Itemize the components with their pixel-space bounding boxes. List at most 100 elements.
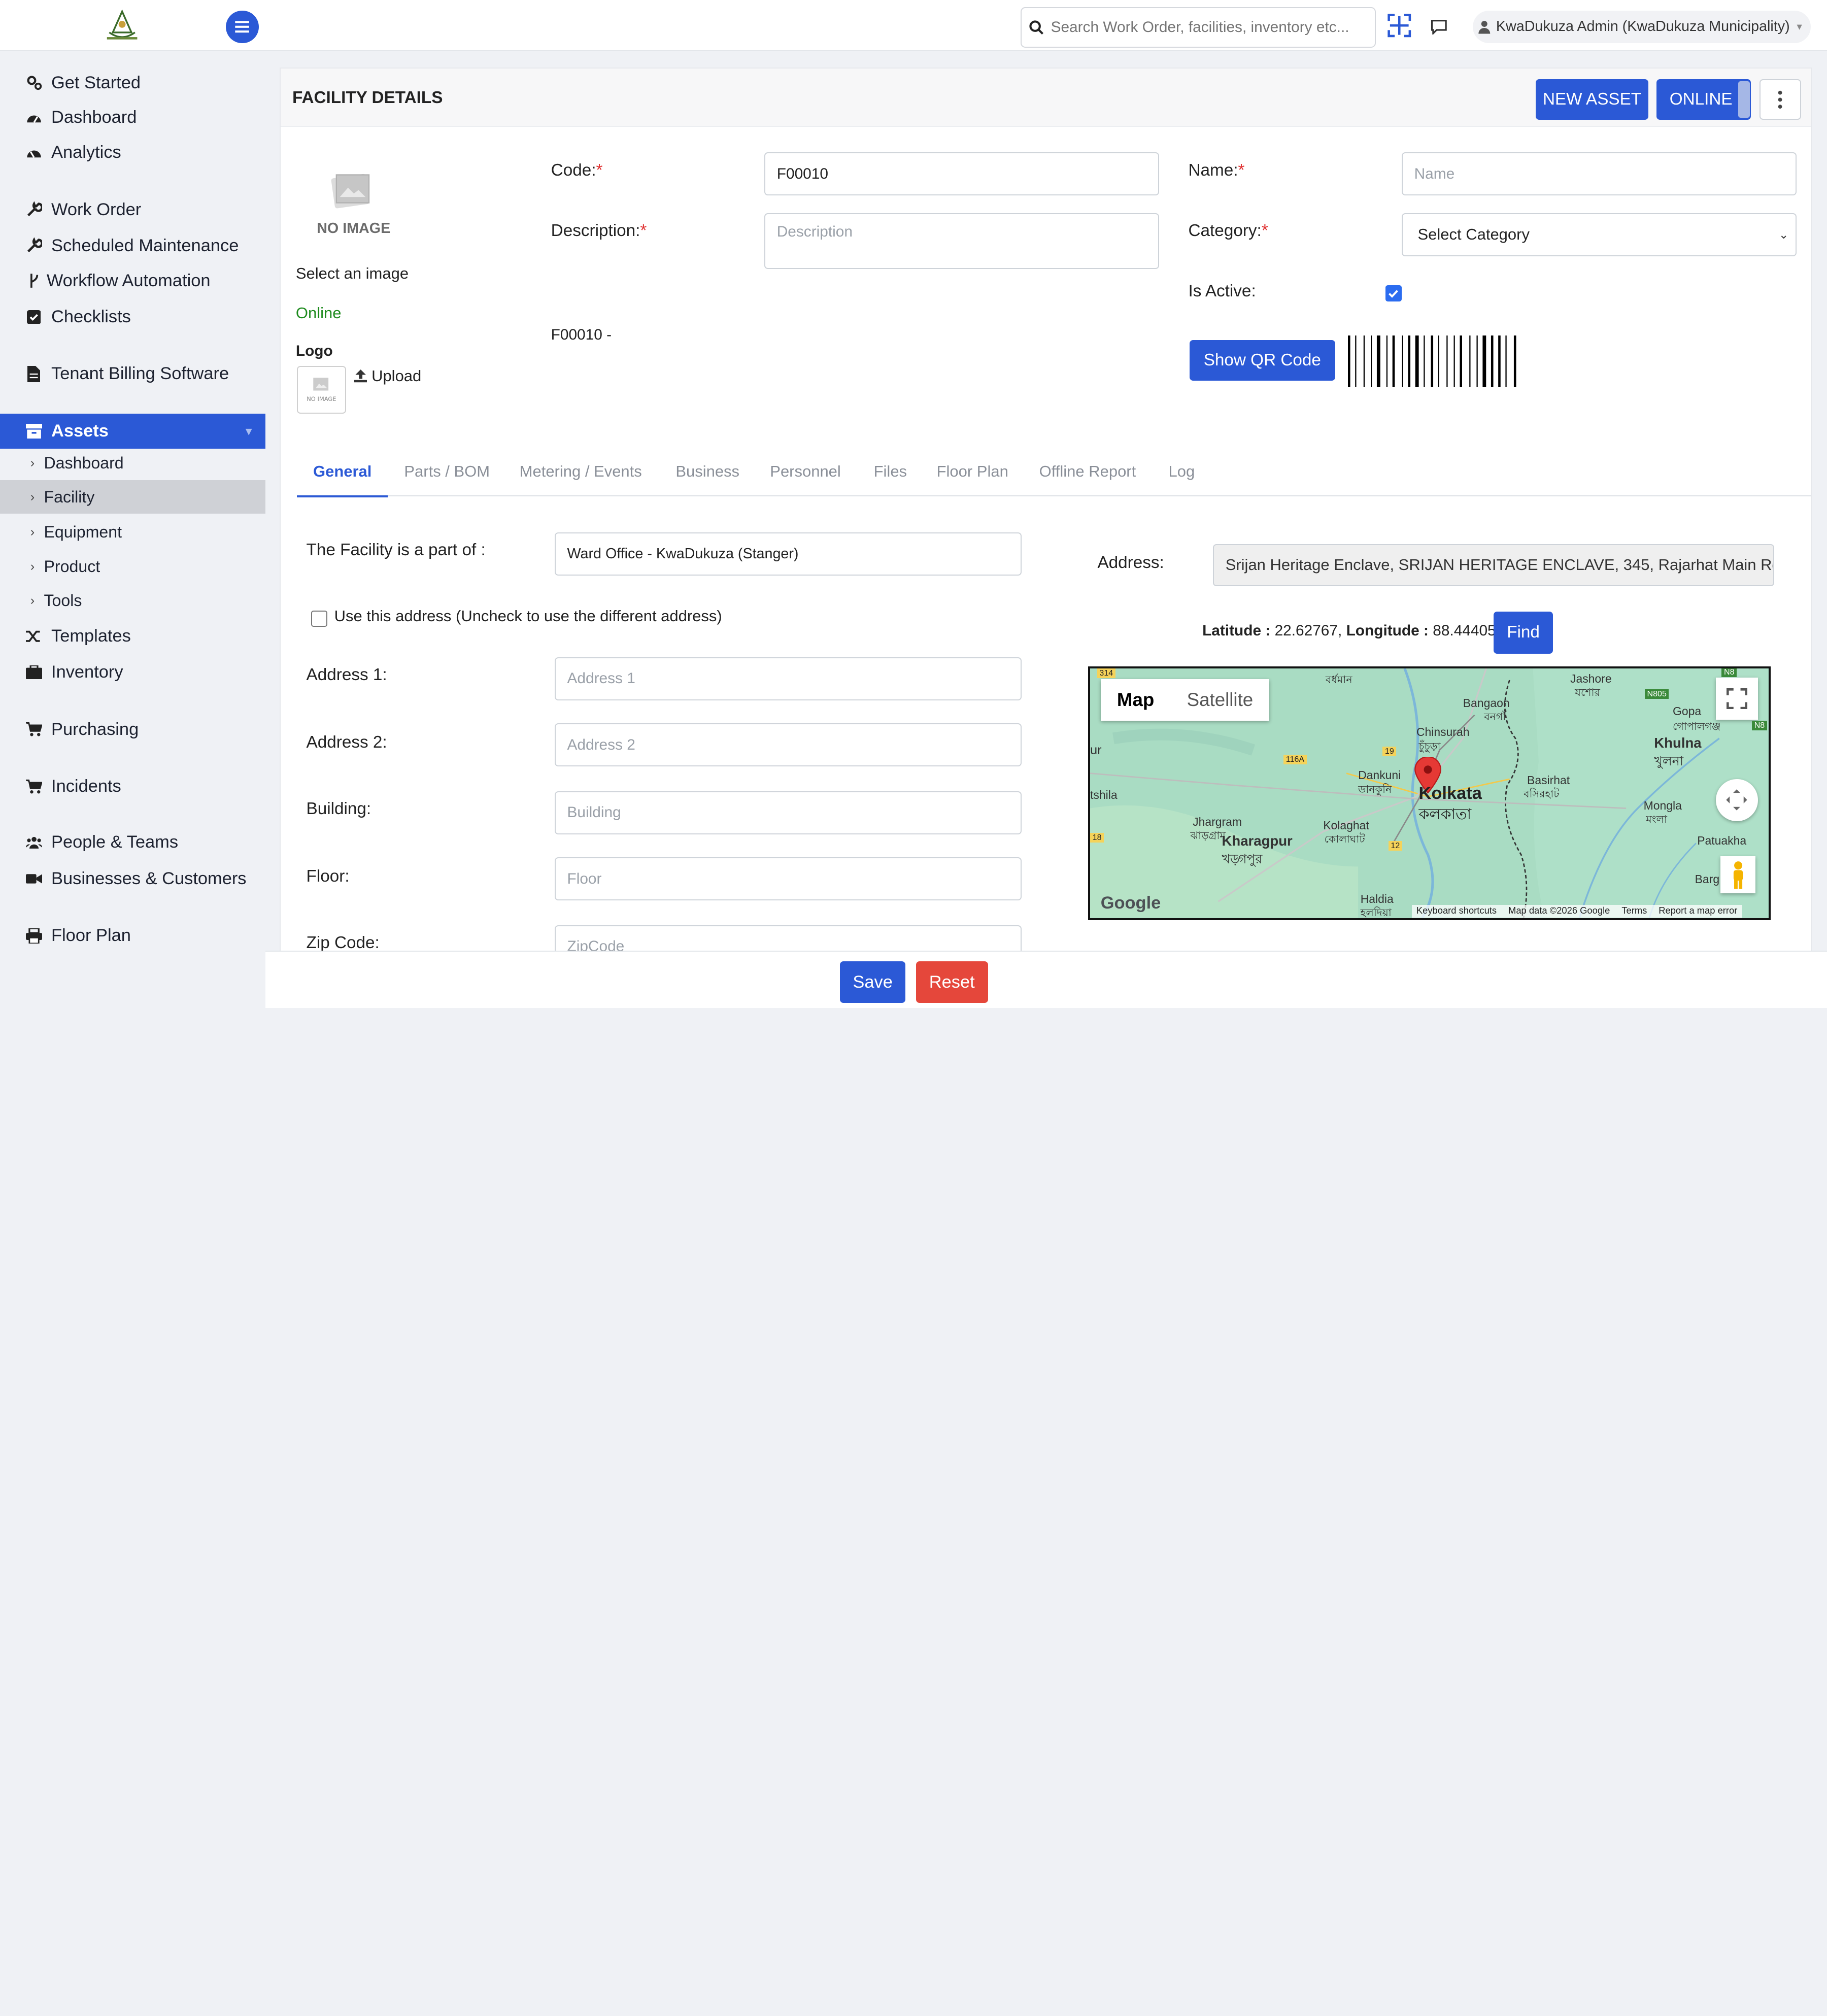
user-menu[interactable]: KwaDukuza Admin (KwaDukuza Municipality)…: [1473, 10, 1811, 43]
category-select[interactable]: Select Category ⌄: [1401, 213, 1797, 256]
select-image-link[interactable]: Select an image: [296, 264, 409, 283]
tab-business[interactable]: Business: [675, 462, 739, 497]
address1-input[interactable]: Address 1: [554, 657, 1022, 700]
tab-general[interactable]: General: [297, 462, 388, 498]
sidebar-item-get-started[interactable]: Get Started: [0, 66, 265, 99]
barcode-bar: [1453, 335, 1455, 387]
address-label: Address:: [1097, 553, 1164, 573]
map-label-haldia: Haldia: [1360, 892, 1394, 905]
logo-thumbnail[interactable]: NO IMAGE: [297, 365, 346, 414]
map-label-bangaon-bn: বনগাঁ: [1484, 711, 1506, 723]
code-label-text: Code:: [551, 160, 596, 180]
is-active-label: Is Active:: [1188, 282, 1256, 301]
scan-icon[interactable]: [1386, 13, 1412, 43]
new-asset-button[interactable]: NEW ASSET: [1535, 79, 1649, 120]
sidebar-item-tenant-billing[interactable]: Tenant Billing Software: [0, 358, 265, 390]
sidebar-item-templates[interactable]: Templates: [0, 620, 265, 652]
sidebar-item-work-order[interactable]: Work Order: [0, 193, 265, 226]
map-label-ur: ur: [1090, 743, 1102, 757]
user-name: KwaDukuza Admin (KwaDukuza Municipality): [1496, 18, 1790, 35]
pan-arrows-icon: [1726, 789, 1747, 811]
floor-input[interactable]: Floor: [554, 857, 1022, 901]
terms-link[interactable]: Terms: [1621, 905, 1647, 918]
chat-icon[interactable]: [1430, 17, 1448, 39]
online-toggle[interactable]: ONLINE: [1656, 79, 1751, 120]
sidebar-item-inventory[interactable]: Inventory: [0, 656, 265, 689]
barcode-bar: [1415, 335, 1419, 387]
chevron-right-icon: ›: [30, 593, 35, 608]
address2-input[interactable]: Address 2: [554, 723, 1022, 767]
show-qr-code-button[interactable]: Show QR Code: [1189, 340, 1335, 381]
barcode-bar: [1482, 335, 1486, 387]
sidebar-item-workflow-automation[interactable]: Workflow Automation: [0, 264, 265, 297]
sidebar-sub-product[interactable]: › Product: [0, 550, 265, 584]
street-view-pegman[interactable]: [1720, 856, 1756, 894]
map-label-jhargram: Jhargram: [1193, 815, 1242, 829]
image-placeholder-icon[interactable]: [329, 169, 374, 211]
name-input[interactable]: Name: [1401, 152, 1797, 196]
sidebar-sub-dashboard[interactable]: › Dashboard: [0, 446, 265, 480]
location-map[interactable]: Map Satellite Kolkata কলকাতা Khulna খুলন…: [1088, 666, 1771, 921]
sidebar-item-incidents[interactable]: Incidents: [0, 770, 265, 803]
map-tab[interactable]: Map: [1101, 679, 1171, 721]
satellite-tab[interactable]: Satellite: [1170, 679, 1269, 721]
tab-parts-bom[interactable]: Parts / BOM: [404, 462, 490, 497]
map-label-kolkata-bn: কলকাতা: [1418, 805, 1472, 823]
description-input[interactable]: Description: [764, 213, 1160, 270]
sidebar-item-dashboard[interactable]: Dashboard: [0, 102, 265, 134]
sidebar-sub-equipment[interactable]: › Equipment: [0, 515, 265, 549]
more-options-button[interactable]: [1759, 79, 1802, 120]
barcode-bar: [1355, 335, 1357, 387]
parent-facility-input[interactable]: Ward Office - KwaDukuza (Stanger): [554, 532, 1022, 576]
tab-log[interactable]: Log: [1168, 462, 1195, 497]
map-label-kharagpur-bn: খড়্গপুর: [1222, 852, 1263, 866]
sidebar-item-checklists[interactable]: Checklists: [0, 300, 265, 333]
upload-button[interactable]: Upload: [354, 366, 422, 385]
sidebar-item-people-teams[interactable]: People & Teams: [0, 826, 265, 859]
find-button[interactable]: Find: [1494, 612, 1553, 654]
barcode-bar: [1371, 335, 1372, 387]
branch-icon: [26, 273, 42, 289]
sidebar-item-floor-plan[interactable]: Floor Plan: [0, 919, 265, 952]
upload-icon: [354, 369, 367, 383]
wrench-icon: [26, 201, 42, 218]
global-search[interactable]: [1021, 7, 1376, 48]
sidebar-sub-facility[interactable]: › Facility: [0, 480, 266, 514]
municipality-logo[interactable]: [100, 9, 144, 44]
tab-personnel[interactable]: Personnel: [770, 462, 841, 497]
is-active-checkbox[interactable]: [1385, 285, 1402, 302]
toggle-knob: [1738, 81, 1750, 118]
sidebar-sub-label: Dashboard: [44, 454, 124, 473]
camera-control[interactable]: [1715, 779, 1758, 821]
barcode-bar: [1408, 335, 1411, 387]
search-input[interactable]: [1051, 18, 1366, 36]
address-display[interactable]: Srijan Heritage Enclave, SRIJAN HERITAGE…: [1212, 544, 1775, 586]
part-of-label: The Facility is a part of :: [306, 540, 486, 559]
tab-metering-events[interactable]: Metering / Events: [520, 462, 642, 497]
tab-offline-report[interactable]: Offline Report: [1039, 462, 1136, 497]
sidebar-item-businesses-customers[interactable]: Businesses & Customers: [0, 862, 265, 895]
sidebar-item-analytics[interactable]: Analytics: [0, 137, 265, 169]
sidebar-item-scheduled-maintenance[interactable]: Scheduled Maintenance: [0, 229, 265, 262]
sidebar-sub-tools[interactable]: › Tools: [0, 584, 265, 618]
code-input[interactable]: F00010: [764, 152, 1160, 196]
save-button[interactable]: Save: [840, 961, 905, 1003]
dashboard-icon: [26, 110, 42, 126]
use-address-checkbox[interactable]: [311, 610, 327, 627]
sidebar-item-assets[interactable]: Assets ▾: [0, 414, 266, 449]
tab-floor-plan[interactable]: Floor Plan: [937, 462, 1008, 497]
building-input[interactable]: Building: [554, 791, 1022, 834]
sidebar-item-purchasing[interactable]: Purchasing: [0, 713, 265, 746]
report-error-link[interactable]: Report a map error: [1659, 905, 1737, 918]
fullscreen-button[interactable]: [1715, 678, 1758, 720]
menu-toggle-button[interactable]: [226, 10, 259, 43]
keyboard-shortcuts-link[interactable]: Keyboard shortcuts: [1416, 905, 1497, 918]
tab-files[interactable]: Files: [874, 462, 907, 497]
reset-button[interactable]: Reset: [916, 961, 988, 1003]
map-label-basirhat: Basirhat: [1527, 773, 1570, 787]
map-label-jhargram-bn: ঝাড়গ্রাম: [1190, 830, 1226, 842]
barcode-bar: [1363, 335, 1365, 387]
upload-label: Upload: [371, 366, 422, 385]
barcode-bar: [1498, 335, 1501, 387]
form-footer: Save Reset: [265, 951, 1827, 1008]
